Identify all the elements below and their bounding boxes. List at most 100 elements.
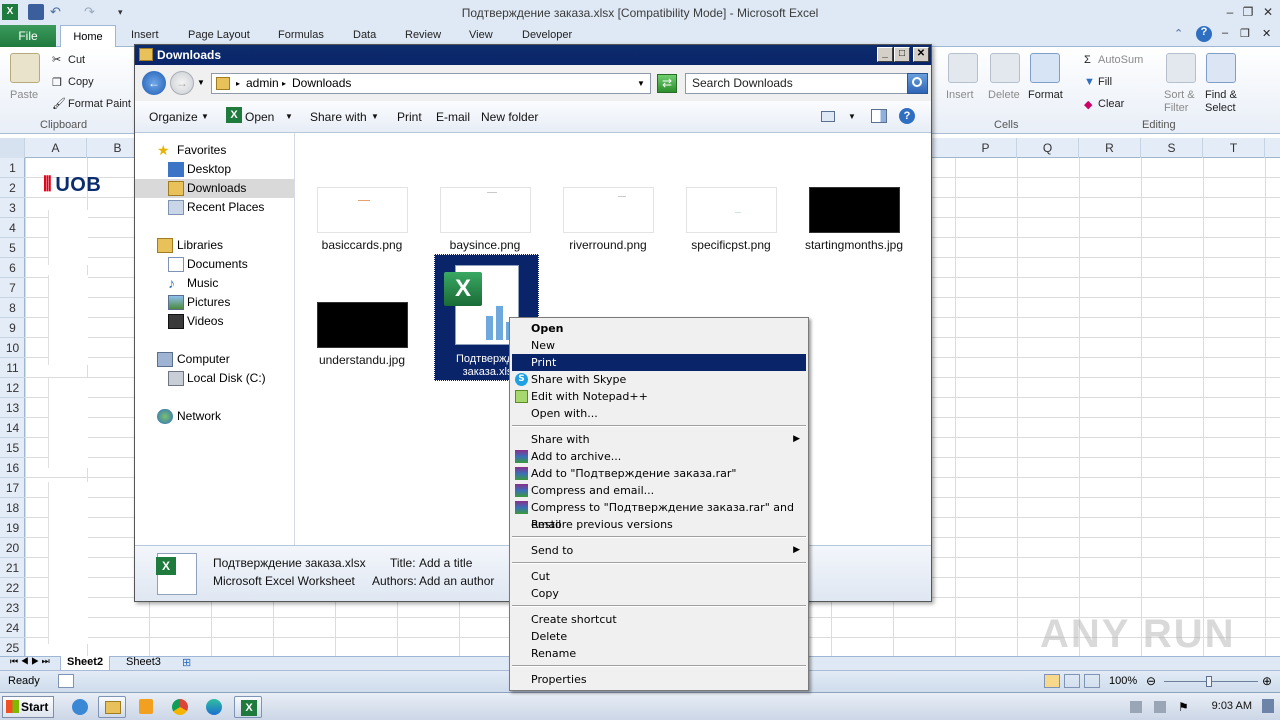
back-arrow-icon[interactable]: ← xyxy=(142,71,166,95)
breadcrumb-chevron-icon[interactable]: ▸ xyxy=(236,74,240,93)
find-select-button-line1[interactable]: Find & xyxy=(1205,89,1237,101)
doc-restore-icon[interactable]: ❐ xyxy=(1240,27,1250,40)
file-name[interactable]: baysince.png xyxy=(425,238,545,252)
row-header[interactable]: 6 xyxy=(0,258,25,278)
row-header[interactable]: 10 xyxy=(0,338,25,358)
print-button[interactable]: Print xyxy=(397,110,422,124)
chrome-taskbar-icon[interactable] xyxy=(166,696,194,718)
explorer-minimize-icon[interactable]: _ xyxy=(877,47,893,62)
autosum-button[interactable]: AutoSum xyxy=(1098,54,1143,66)
excel-taskbar-icon[interactable]: X xyxy=(234,696,262,718)
column-header-q[interactable]: Q xyxy=(1017,138,1079,158)
menu-item-share-with[interactable]: Share with ▶ xyxy=(512,431,806,448)
nav-documents[interactable]: Documents xyxy=(135,255,294,274)
nav-local-disk[interactable]: Local Disk (C:) xyxy=(135,369,294,388)
details-authors-value[interactable]: Add an author xyxy=(419,574,494,588)
menu-item-edit-notepad[interactable]: Edit with Notepad++ xyxy=(512,388,806,405)
tab-formulas[interactable]: Formulas xyxy=(278,29,324,41)
recent-pages-chevron-icon[interactable]: ▼ xyxy=(197,78,205,87)
nav-pictures[interactable]: Pictures xyxy=(135,293,294,312)
restore-icon[interactable]: ❐ xyxy=(1240,4,1256,20)
share-with-button[interactable]: Share with xyxy=(310,110,367,124)
view-chevron-icon[interactable]: ▼ xyxy=(848,112,856,121)
media-player-taskbar-icon[interactable] xyxy=(132,696,160,718)
new-folder-button[interactable]: New folder xyxy=(481,110,538,124)
sheet-tab-sheet2[interactable]: Sheet2 xyxy=(60,656,111,671)
format-cells-button[interactable]: Format xyxy=(1028,89,1063,101)
zoom-in-icon[interactable]: ⊕ xyxy=(1262,674,1272,688)
nav-favorites[interactable]: ★ Favorites xyxy=(135,141,294,160)
sheet-nav-arrows-icon[interactable]: ⏮ ◀ ▶ ⏭ xyxy=(4,656,56,671)
column-header-a[interactable]: A xyxy=(25,138,87,158)
sheet-tab-sheet3[interactable]: Sheet3 xyxy=(120,656,167,671)
menu-item-new[interactable]: New xyxy=(512,337,806,354)
view-options-icon[interactable] xyxy=(821,111,835,122)
file-name[interactable]: basiccards.png xyxy=(302,238,422,252)
row-header[interactable]: 3 xyxy=(0,198,25,218)
row-header[interactable]: 22 xyxy=(0,578,25,598)
row-header[interactable]: 18 xyxy=(0,498,25,518)
sort-filter-button-line2[interactable]: Filter xyxy=(1164,102,1188,114)
email-button[interactable]: E-mail xyxy=(436,110,470,124)
delete-cells-button[interactable]: Delete xyxy=(988,89,1020,101)
explorer-close-icon[interactable]: ✕ xyxy=(913,47,929,62)
row-header[interactable]: 24 xyxy=(0,618,25,638)
page-layout-view-icon[interactable] xyxy=(1064,674,1080,688)
insert-cells-button[interactable]: Insert xyxy=(946,89,974,101)
menu-item-cut[interactable]: Cut xyxy=(512,568,806,585)
row-header[interactable]: 19 xyxy=(0,518,25,538)
menu-item-compress-email[interactable]: Compress and email... xyxy=(512,482,806,499)
breadcrumb-downloads[interactable]: Downloads xyxy=(292,74,351,93)
search-icon[interactable] xyxy=(907,73,928,94)
open-chevron-icon[interactable]: ▼ xyxy=(285,112,293,121)
thumbnail-basiccards[interactable] xyxy=(317,187,408,233)
menu-item-copy[interactable]: Copy xyxy=(512,585,806,602)
search-input[interactable]: Search Downloads xyxy=(685,73,909,94)
column-header-t[interactable]: T xyxy=(1203,138,1265,158)
row-header[interactable]: 7 xyxy=(0,278,25,298)
row-header[interactable]: 1 xyxy=(0,158,25,178)
menu-item-open[interactable]: Open xyxy=(512,320,806,337)
address-dropdown-icon[interactable]: ▼ xyxy=(637,74,645,93)
nav-videos[interactable]: Videos xyxy=(135,312,294,331)
normal-view-icon[interactable] xyxy=(1044,674,1060,688)
thumbnail-understandu[interactable] xyxy=(317,302,408,348)
organize-button[interactable]: Organize xyxy=(149,110,198,124)
nav-downloads[interactable]: Downloads xyxy=(135,179,294,198)
tab-review[interactable]: Review xyxy=(405,29,441,41)
row-header[interactable]: 5 xyxy=(0,238,25,258)
thumbnail-baysince[interactable] xyxy=(440,187,531,233)
taskbar-clock[interactable]: 9:03 AM xyxy=(1212,700,1252,712)
tab-insert[interactable]: Insert xyxy=(131,29,159,41)
menu-item-properties[interactable]: Properties xyxy=(512,671,806,688)
page-break-view-icon[interactable] xyxy=(1084,674,1100,688)
menu-item-open-with[interactable]: Open with... xyxy=(512,405,806,422)
explorer-taskbar-icon[interactable] xyxy=(98,696,126,718)
row-header[interactable]: 25 xyxy=(0,638,25,658)
breadcrumb-admin[interactable]: admin xyxy=(246,74,279,93)
details-title-value[interactable]: Add a title xyxy=(419,556,472,570)
start-button[interactable]: Start xyxy=(2,696,54,718)
tab-view[interactable]: View xyxy=(469,29,493,41)
menu-item-delete[interactable]: Delete xyxy=(512,628,806,645)
share-chevron-icon[interactable]: ▼ xyxy=(371,112,379,121)
zoom-out-icon[interactable]: ⊖ xyxy=(1146,674,1156,688)
preview-pane-icon[interactable] xyxy=(871,109,887,123)
breadcrumb-chevron-icon[interactable]: ▸ xyxy=(282,74,286,93)
row-header[interactable]: 9 xyxy=(0,318,25,338)
find-select-button-line2[interactable]: Select xyxy=(1205,102,1236,114)
tab-data[interactable]: Data xyxy=(353,29,376,41)
file-name[interactable]: understandu.jpg xyxy=(302,353,422,367)
format-painter-button[interactable]: Format Paint xyxy=(68,98,131,110)
tab-developer[interactable]: Developer xyxy=(522,29,572,41)
menu-item-add-archive[interactable]: Add to archive... xyxy=(512,448,806,465)
tab-page-layout[interactable]: Page Layout xyxy=(188,29,250,41)
row-header[interactable]: 2 xyxy=(0,178,25,198)
copy-button[interactable]: Copy xyxy=(68,76,94,88)
sort-filter-button-line1[interactable]: Sort & xyxy=(1164,89,1195,101)
thumbnail-startingmonths[interactable] xyxy=(809,187,900,233)
row-header[interactable]: 23 xyxy=(0,598,25,618)
row-header[interactable]: 14 xyxy=(0,418,25,438)
open-button[interactable]: Open xyxy=(245,110,274,124)
tab-home[interactable]: Home xyxy=(60,25,116,48)
